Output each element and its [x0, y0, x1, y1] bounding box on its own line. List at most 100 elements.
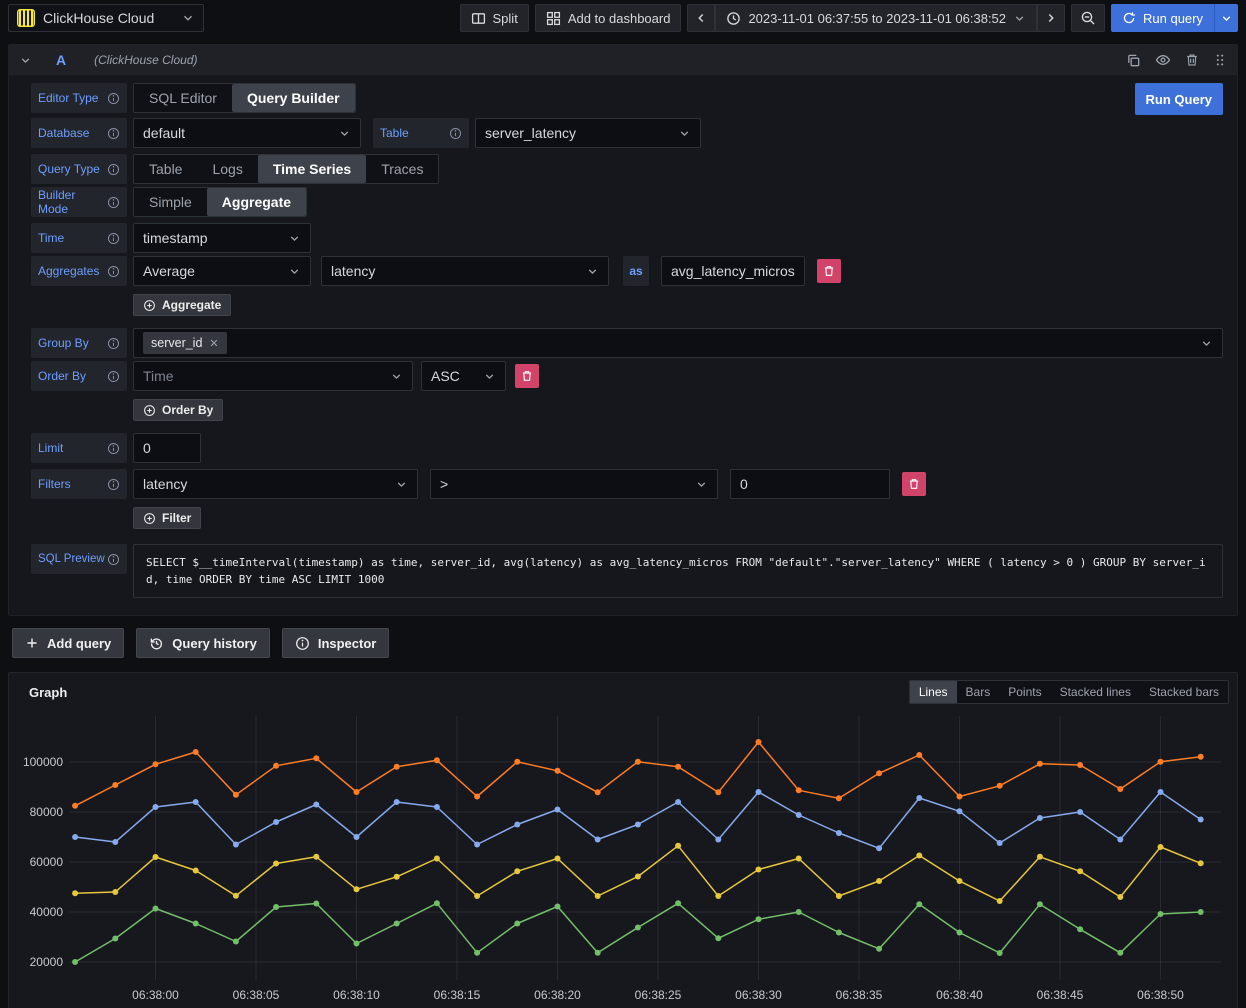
query-type-option-logs[interactable]: Logs	[197, 155, 257, 183]
time-range-text: 2023-11-01 06:37:55 to 2023-11-01 06:38:…	[748, 11, 1006, 26]
info-icon[interactable]	[107, 370, 120, 383]
chevron-down-icon	[586, 265, 599, 278]
group-by-label: Group By	[31, 328, 127, 358]
query-type-toggle: Table Logs Time Series Traces	[133, 154, 439, 184]
remove-order-by-button[interactable]	[515, 364, 539, 388]
apps-icon	[546, 11, 561, 26]
time-range-button[interactable]: 2023-11-01 06:37:55 to 2023-11-01 06:38:…	[715, 4, 1037, 32]
filter-value-field[interactable]	[730, 469, 890, 499]
graph-style-lines[interactable]: Lines	[910, 681, 957, 703]
remove-query-trash-icon[interactable]	[1185, 53, 1199, 67]
svg-text:06:38:45: 06:38:45	[1037, 988, 1084, 1002]
chevron-down-icon	[1013, 12, 1026, 25]
sql-preview-text: SELECT $__timeInterval(timestamp) as tim…	[133, 544, 1223, 598]
plus-icon	[25, 636, 39, 650]
aggregate-function-select[interactable]: Average	[133, 256, 311, 286]
clock-icon	[726, 11, 741, 26]
filter-column-select[interactable]: latency	[133, 469, 418, 499]
run-query-button[interactable]: Run query	[1111, 4, 1214, 32]
aggregate-alias-field[interactable]	[661, 256, 805, 286]
svg-text:06:38:30: 06:38:30	[735, 988, 782, 1002]
info-icon[interactable]	[107, 163, 120, 176]
query-type-option-table[interactable]: Table	[134, 155, 197, 183]
zoom-out-button[interactable]	[1071, 4, 1105, 32]
info-icon[interactable]	[449, 127, 462, 140]
run-query-panel-button[interactable]: Run Query	[1135, 83, 1223, 115]
plus-circle-icon	[143, 404, 156, 417]
drag-handle-icon[interactable]	[1213, 53, 1227, 67]
chevron-down-icon	[288, 232, 301, 245]
remove-chip-icon[interactable]: ✕	[209, 337, 218, 350]
filter-operator-select[interactable]: >	[430, 469, 718, 499]
graph-style-toggle: Lines Bars Points Stacked lines Stacked …	[909, 680, 1229, 704]
svg-text:06:38:10: 06:38:10	[333, 988, 380, 1002]
query-ref-id[interactable]: A	[56, 52, 66, 68]
explore-secondary-actions: Add query Query history Inspector	[12, 628, 1238, 658]
disable-query-eye-icon[interactable]	[1155, 52, 1171, 68]
run-query-split-button: Run query	[1111, 4, 1238, 32]
limit-field[interactable]	[133, 433, 201, 463]
split-icon	[471, 11, 486, 26]
query-history-button[interactable]: Query history	[136, 628, 270, 658]
graph-style-bars[interactable]: Bars	[957, 681, 1000, 703]
graph-style-points[interactable]: Points	[999, 681, 1050, 703]
add-query-button[interactable]: Add query	[12, 628, 124, 658]
explore-toolbar: ClickHouse Cloud Split Add to dashboard	[0, 0, 1246, 36]
svg-text:06:38:20: 06:38:20	[534, 988, 581, 1002]
builder-mode-option-aggregate[interactable]: Aggregate	[207, 188, 306, 216]
time-shift-back-button[interactable]	[687, 4, 715, 32]
graph-style-stacked-lines[interactable]: Stacked lines	[1051, 681, 1140, 703]
info-icon[interactable]	[107, 196, 120, 209]
latency-time-series-chart[interactable]: 2000040000600008000010000006:38:0006:38:…	[17, 712, 1231, 1008]
table-select[interactable]: server_latency	[475, 118, 701, 148]
chevron-down-icon	[288, 265, 301, 278]
chevron-down-icon	[695, 478, 708, 491]
add-aggregate-button[interactable]: Aggregate	[133, 294, 231, 316]
duplicate-query-icon[interactable]	[1126, 53, 1141, 68]
info-icon[interactable]	[107, 127, 120, 140]
graph-style-stacked-bars[interactable]: Stacked bars	[1140, 681, 1228, 703]
database-select[interactable]: default	[133, 118, 361, 148]
group-by-chip-server-id[interactable]: server_id✕	[143, 332, 227, 354]
time-column-select[interactable]: timestamp	[133, 223, 311, 253]
info-icon[interactable]	[107, 478, 120, 491]
zoom-out-icon	[1080, 10, 1096, 26]
builder-mode-option-simple[interactable]: Simple	[134, 188, 207, 216]
info-icon[interactable]	[107, 337, 120, 350]
remove-filter-button[interactable]	[902, 472, 926, 496]
info-icon[interactable]	[107, 265, 120, 278]
add-filter-button[interactable]: Filter	[133, 507, 201, 529]
editor-type-option-sql[interactable]: SQL Editor	[134, 84, 232, 112]
info-icon[interactable]	[107, 92, 120, 105]
builder-mode-label: Builder Mode	[31, 187, 127, 217]
group-by-multiselect[interactable]: server_id✕	[133, 328, 1223, 358]
svg-text:06:38:00: 06:38:00	[132, 988, 179, 1002]
inspector-button[interactable]: Inspector	[282, 628, 390, 658]
svg-text:06:38:50: 06:38:50	[1137, 988, 1184, 1002]
refresh-icon	[1122, 11, 1136, 25]
split-label: Split	[493, 11, 518, 26]
remove-aggregate-button[interactable]	[817, 259, 841, 283]
order-by-column-select[interactable]: Time	[133, 361, 413, 391]
info-icon[interactable]	[107, 442, 120, 455]
svg-text:06:38:05: 06:38:05	[233, 988, 280, 1002]
run-query-dropdown[interactable]	[1214, 4, 1238, 32]
editor-type-option-builder[interactable]: Query Builder	[232, 84, 355, 112]
add-order-by-button[interactable]: Order By	[133, 399, 223, 421]
datasource-picker[interactable]: ClickHouse Cloud	[8, 4, 204, 32]
info-icon[interactable]	[107, 553, 120, 566]
query-type-option-timeseries[interactable]: Time Series	[258, 155, 366, 183]
query-datasource-hint: (ClickHouse Cloud)	[94, 53, 197, 67]
svg-text:06:38:15: 06:38:15	[434, 988, 481, 1002]
chevron-down-icon	[181, 11, 195, 25]
time-shift-forward-button[interactable]	[1037, 4, 1065, 32]
collapse-chevron-icon[interactable]	[19, 54, 32, 67]
add-to-dashboard-button[interactable]: Add to dashboard	[535, 4, 682, 32]
split-button[interactable]: Split	[460, 4, 529, 32]
svg-text:100000: 100000	[23, 755, 63, 769]
aggregate-column-select[interactable]: latency	[321, 256, 609, 286]
query-type-option-traces[interactable]: Traces	[366, 155, 438, 183]
info-icon[interactable]	[107, 232, 120, 245]
order-by-direction-select[interactable]: ASC	[421, 361, 506, 391]
chevron-down-icon	[395, 478, 408, 491]
